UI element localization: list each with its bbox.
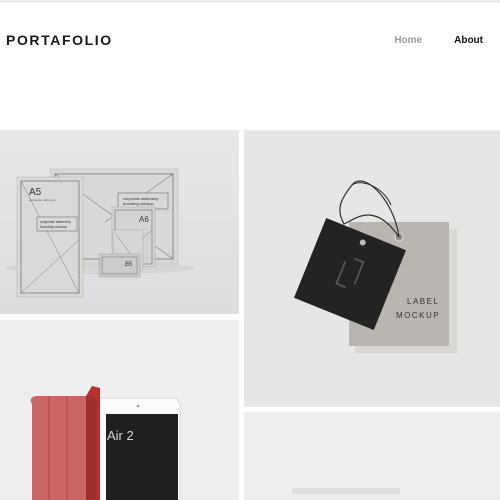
b5-label: B5	[125, 262, 133, 268]
a6-label: A6	[139, 215, 149, 224]
stationery-mockup-image: corporate stationery branding mockup A5 …	[0, 130, 239, 314]
portfolio-tile-ipad[interactable]: Air 2	[0, 320, 239, 500]
portfolio-tile-4[interactable]	[244, 412, 500, 500]
portfolio-tile-label-mockup[interactable]: LABEL MOCKUP	[244, 130, 500, 407]
label-text-1: LABEL	[407, 297, 439, 306]
a5-caption: corporate stationery	[29, 198, 56, 202]
site-header: PORTAFOLIO Home About	[0, 0, 500, 84]
tile-4-image	[244, 412, 500, 500]
ipad-model-text: Air 2	[107, 428, 134, 443]
label-mockup-image: LABEL MOCKUP	[244, 130, 500, 407]
nav-home-link[interactable]: Home	[394, 35, 422, 46]
nav-about-link[interactable]: About	[454, 35, 483, 46]
ipad-screen	[106, 414, 178, 500]
site-logo[interactable]: PORTAFOLIO	[6, 32, 113, 48]
main-nav: Home About	[394, 35, 483, 46]
card-text-2: branding mockup	[40, 225, 67, 229]
a5-label: A5	[29, 187, 42, 198]
ipad-mockup-image: Air 2	[0, 320, 239, 500]
banner-text-2: branding mockup	[123, 201, 154, 206]
b5-card	[98, 253, 141, 278]
object-edge	[292, 488, 400, 494]
portfolio-tile-stationery[interactable]: corporate stationery branding mockup A5 …	[0, 130, 239, 314]
card-text-1: corporate stationery	[40, 220, 71, 224]
label-text-2: MOCKUP	[396, 311, 440, 320]
